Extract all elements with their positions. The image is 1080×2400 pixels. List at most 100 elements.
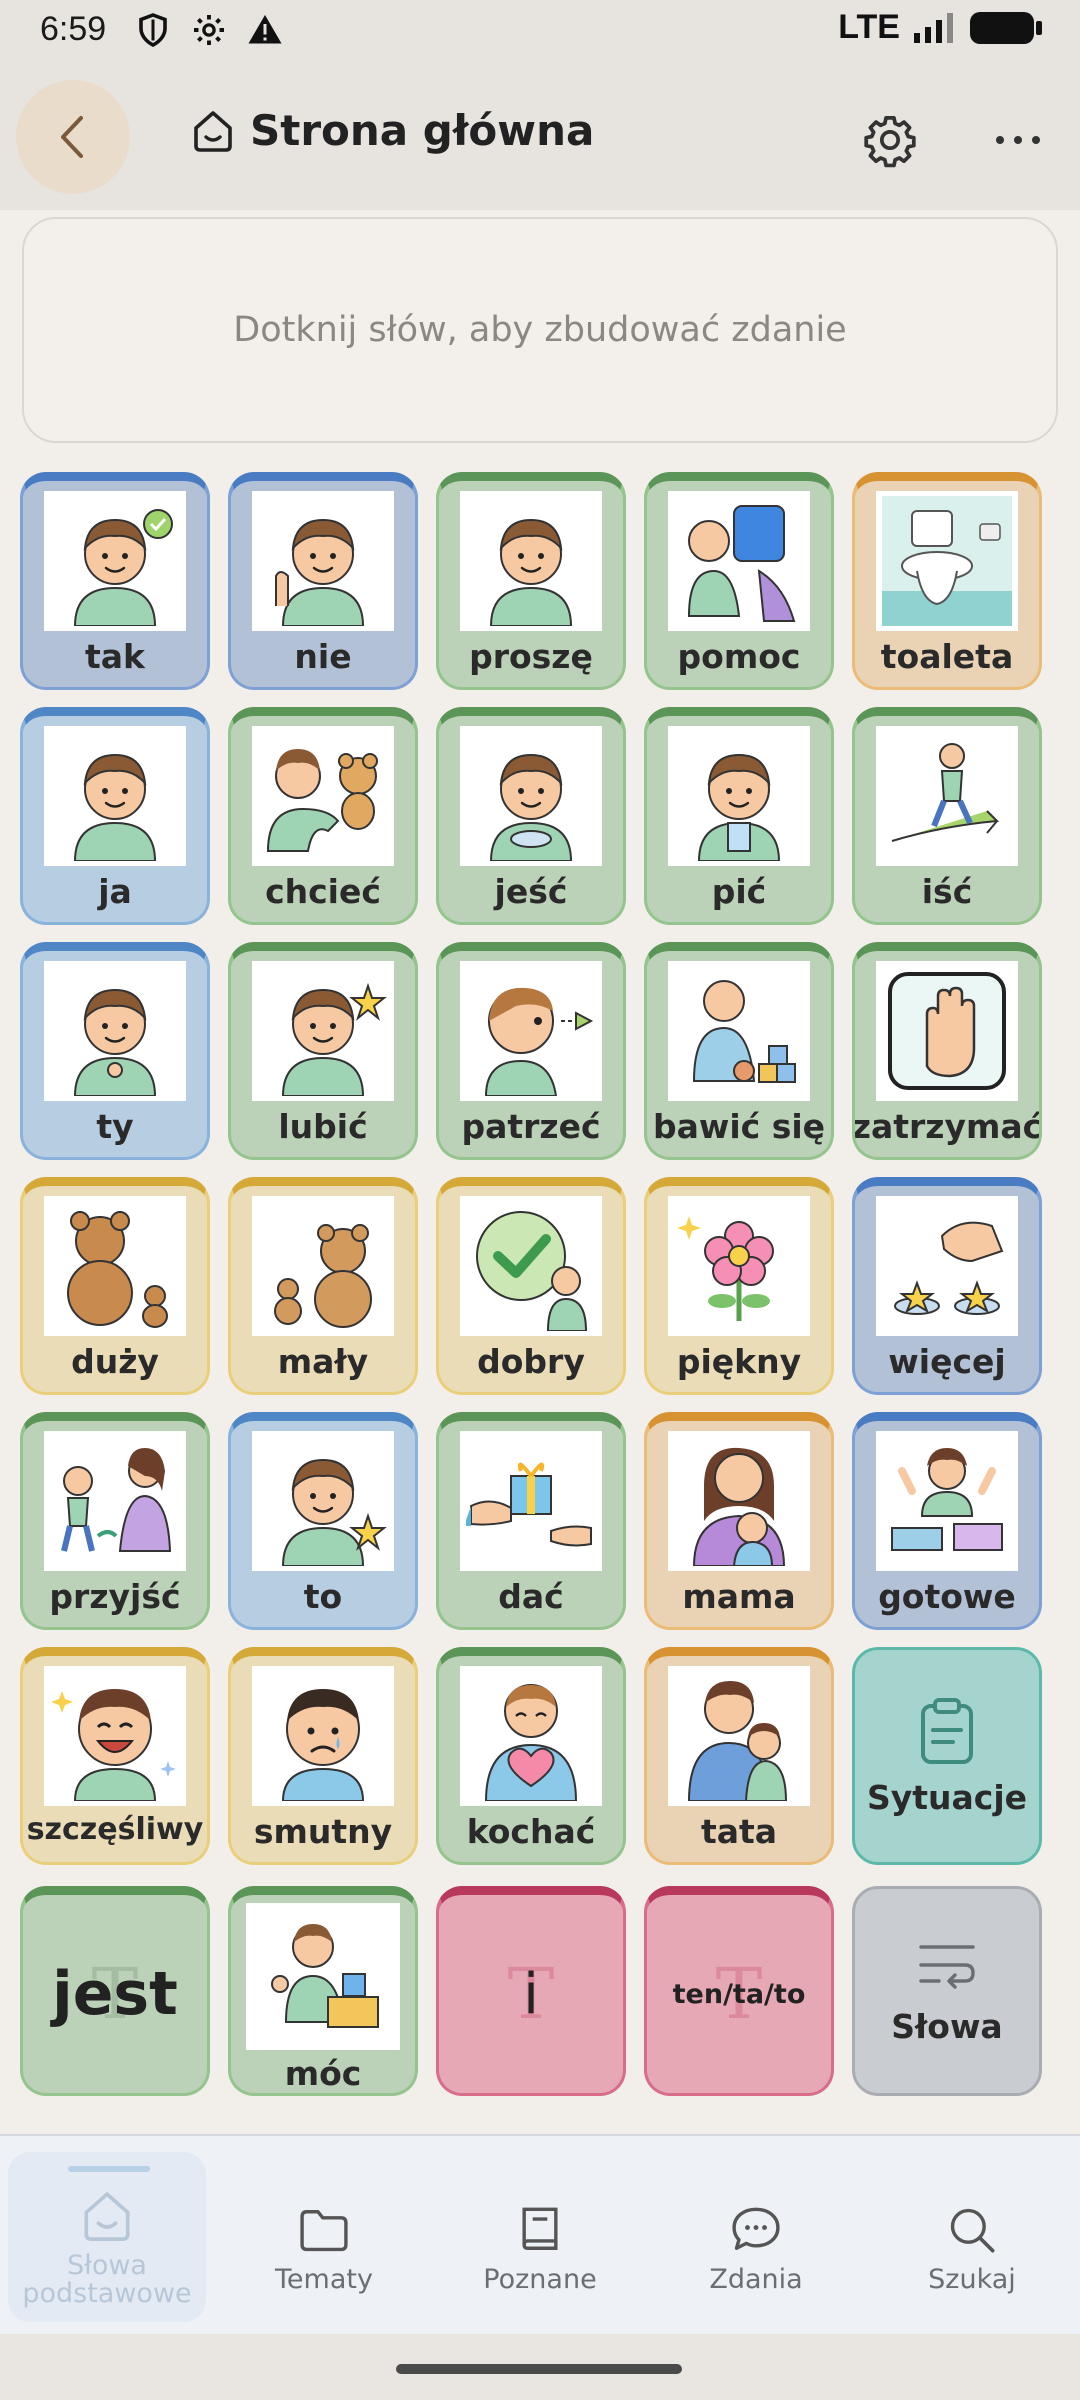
word-tile-2[interactable]: nie xyxy=(228,472,418,690)
word-tile-18[interactable]: dobry xyxy=(436,1177,626,1395)
word-tile-i[interactable]: Ti xyxy=(436,1886,626,2096)
word-tile-label: bawić się xyxy=(652,1107,826,1146)
status-bar: 6:59 LTE xyxy=(0,0,1080,62)
word-tile-label: iść xyxy=(921,872,973,911)
sentence-builder[interactable]: Dotknij słów, aby zbudować zdanie xyxy=(22,217,1058,443)
word-tile-25[interactable]: gotowe xyxy=(852,1412,1042,1630)
word-tile-21[interactable]: przyjść xyxy=(20,1412,210,1630)
word-tile-label: duży xyxy=(71,1342,159,1381)
word-tile-label: więcej xyxy=(888,1342,1006,1381)
search-icon xyxy=(950,2208,995,2253)
word-tile-moc[interactable]: móc xyxy=(228,1886,418,2096)
word-tile-5[interactable]: toaleta xyxy=(852,472,1042,690)
word-tile-14[interactable]: bawić się xyxy=(644,942,834,1160)
word-tile-label: chcieć xyxy=(265,872,381,911)
more-dots-icon xyxy=(996,136,1040,144)
nav-sentences[interactable]: Zdania xyxy=(648,2136,864,2336)
sad-face-icon xyxy=(252,1666,394,1806)
word-tile-28[interactable]: kochać xyxy=(436,1647,626,1865)
word-tile-label: patrzeć xyxy=(461,1107,601,1146)
back-button[interactable] xyxy=(16,80,130,194)
words-button[interactable]: Słowa xyxy=(852,1886,1042,2096)
word-tile-label: i xyxy=(523,1961,539,2027)
gesture-bar[interactable] xyxy=(396,2364,682,2374)
like-icon xyxy=(252,961,394,1101)
word-tile-label: ten/ta/to xyxy=(672,1978,806,2010)
word-tile-23[interactable]: dać xyxy=(436,1412,626,1630)
word-tile-label: dać xyxy=(498,1577,564,1616)
word-tile-20[interactable]: więcej xyxy=(852,1177,1042,1395)
word-tile-1[interactable]: tak xyxy=(20,472,210,690)
nav-search[interactable]: Szukaj xyxy=(864,2136,1080,2336)
bottom-nav: Słowa podstawowe Tematy Poznane Zdania S… xyxy=(0,2134,1080,2334)
settings-button[interactable] xyxy=(858,108,922,172)
situations-button[interactable]: Sytuacje xyxy=(852,1647,1042,1865)
home-icon xyxy=(84,2192,130,2241)
title-wrap: Strona główna xyxy=(190,106,594,155)
big-bear-icon xyxy=(44,1196,186,1336)
nav-core-words[interactable]: Słowa podstawowe xyxy=(8,2152,206,2322)
word-tile-12[interactable]: lubić xyxy=(228,942,418,1160)
word-tile-label: lubić xyxy=(278,1107,368,1146)
help-icon xyxy=(668,491,810,631)
word-tile-15[interactable]: zatrzymać xyxy=(852,942,1042,1160)
yes-icon xyxy=(44,491,186,631)
chat-icon xyxy=(732,2207,780,2250)
no-icon xyxy=(252,491,394,631)
word-tile-27[interactable]: smutny xyxy=(228,1647,418,1865)
word-tile-26[interactable]: szczęśliwy xyxy=(20,1647,210,1865)
word-tile-3[interactable]: proszę xyxy=(436,472,626,690)
word-tile-label: piękny xyxy=(676,1342,802,1381)
word-tile-label: gotowe xyxy=(878,1577,1016,1616)
word-tile-10[interactable]: iść xyxy=(852,707,1042,925)
more-options-button[interactable] xyxy=(986,108,1050,172)
word-tile-label: tak xyxy=(85,637,145,676)
word-tile-tentato[interactable]: Tten/ta/to xyxy=(644,1886,834,2096)
word-tile-label: przyjść xyxy=(49,1577,181,1616)
status-right: LTE xyxy=(838,8,1044,47)
word-tile-4[interactable]: pomoc xyxy=(644,472,834,690)
chevron-left-icon xyxy=(61,116,83,158)
nav-label: Szukaj xyxy=(928,2264,1016,2295)
you-icon xyxy=(44,961,186,1101)
word-tile-jest[interactable]: Tjest xyxy=(20,1886,210,2096)
words-label: Słowa xyxy=(891,2006,1003,2046)
look-icon xyxy=(460,961,602,1101)
word-tile-11[interactable]: ty xyxy=(20,942,210,1160)
book-icon xyxy=(522,2207,558,2250)
nav-label: Tematy xyxy=(275,2264,373,2295)
word-tile-label: nie xyxy=(294,637,352,676)
word-tile-22[interactable]: to xyxy=(228,1412,418,1630)
word-tile-8[interactable]: jeść xyxy=(436,707,626,925)
app-bar: Strona główna xyxy=(0,62,1080,210)
small-bear-icon xyxy=(252,1196,394,1336)
folder-icon xyxy=(300,2210,348,2252)
word-tile-13[interactable]: patrzeć xyxy=(436,942,626,1160)
word-tile-label: kochać xyxy=(466,1812,596,1851)
word-tile-9[interactable]: pić xyxy=(644,707,834,925)
word-tile-label: ty xyxy=(96,1107,134,1146)
battery-icon xyxy=(970,11,1042,44)
nav-label: Poznane xyxy=(483,2264,597,2295)
word-tile-17[interactable]: mały xyxy=(228,1177,418,1395)
done-icon xyxy=(876,1431,1018,1571)
network-type: LTE xyxy=(838,8,900,46)
flower-icon xyxy=(668,1196,810,1336)
word-tile-29[interactable]: tata xyxy=(644,1647,834,1865)
clipboard-icon xyxy=(921,1697,973,1764)
status-icons xyxy=(135,12,283,48)
word-tile-label: jest xyxy=(52,1959,178,2029)
builder-boy-icon xyxy=(246,1903,400,2050)
word-tile-24[interactable]: mama xyxy=(644,1412,834,1630)
word-tile-16[interactable]: duży xyxy=(20,1177,210,1395)
word-tile-7[interactable]: chcieć xyxy=(228,707,418,925)
word-tile-19[interactable]: piękny xyxy=(644,1177,834,1395)
nav-topics[interactable]: Tematy xyxy=(216,2136,432,2336)
stop-hand-icon xyxy=(876,961,1018,1101)
give-gift-icon xyxy=(460,1431,602,1571)
more-stars-icon xyxy=(876,1196,1018,1336)
gear-icon xyxy=(194,15,224,45)
nav-learned[interactable]: Poznane xyxy=(432,2136,648,2336)
word-tile-label: pić xyxy=(711,872,767,911)
word-tile-6[interactable]: ja xyxy=(20,707,210,925)
